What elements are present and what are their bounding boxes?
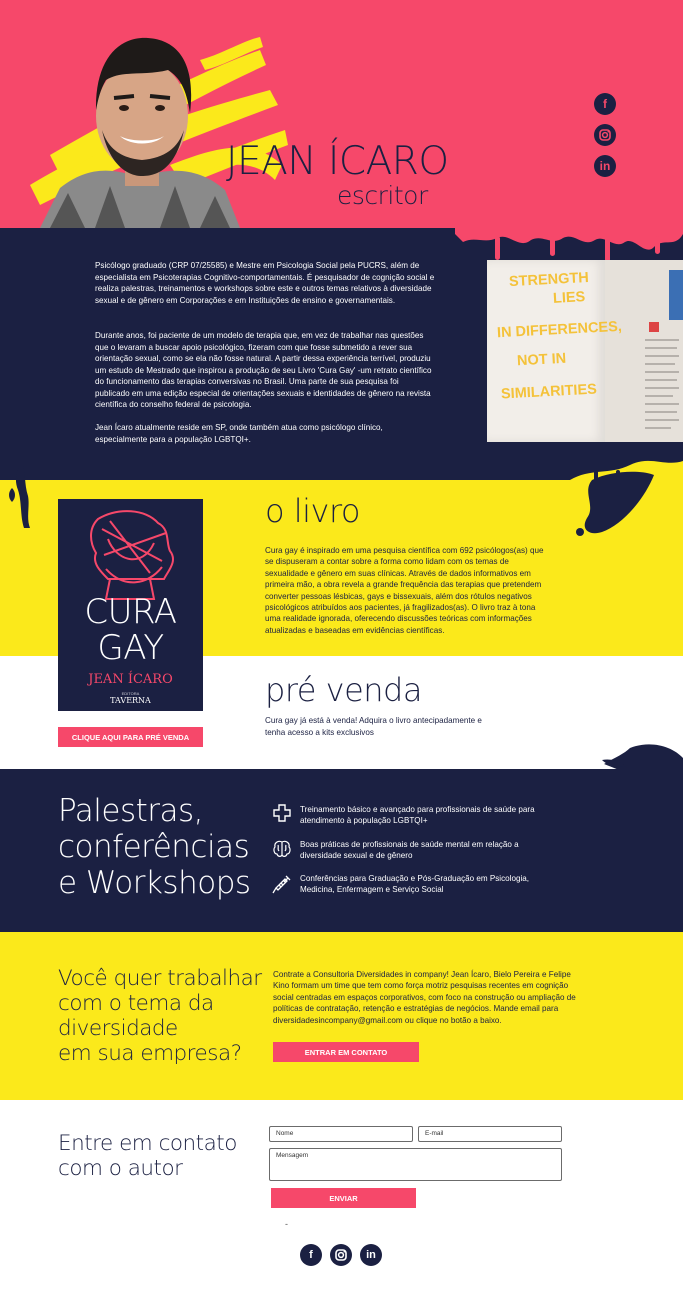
medical-cross-icon	[273, 804, 291, 822]
book-text-lines	[645, 322, 679, 429]
cover-title: GAY	[97, 628, 164, 668]
navy-splash-right-decoration	[576, 470, 654, 536]
book-title: o livro	[265, 492, 361, 530]
contact-button[interactable]: ENTRAR EM CONTATO	[273, 1042, 419, 1062]
talks-title-line: Palestras,	[58, 793, 204, 829]
bio-paragraph: Durante anos, foi paciente de um modelo …	[95, 331, 432, 409]
instagram-icon[interactable]	[330, 1244, 352, 1266]
facebook-icon[interactable]: f	[300, 1244, 322, 1266]
quote-line: NOT IN	[516, 350, 567, 370]
contact-title: Entre em contato com o autor	[58, 1131, 258, 1181]
book-description: Cura gay é inspirado em uma pesquisa cie…	[265, 546, 544, 635]
name-field[interactable]: Nome	[269, 1126, 413, 1142]
instagram-icon[interactable]	[594, 124, 616, 146]
consulting-title-line: Você quer trabalhar	[58, 966, 262, 991]
consulting-description: Contrate a Consultoria Diversidades in c…	[273, 970, 576, 1025]
contact-title-line: com o autor	[58, 1156, 183, 1181]
presale-button[interactable]: CLIQUE AQUI PARA PRÉ VENDA	[58, 727, 203, 747]
message-field[interactable]: Mensagem	[269, 1148, 562, 1181]
linkedin-icon[interactable]: in	[360, 1244, 382, 1266]
author-role: escritor	[337, 181, 428, 210]
talks-title-line: e Workshops	[58, 865, 251, 901]
quote-photo: STRENGTH LIES IN DIFFERENCES, NOT IN SIM…	[487, 260, 683, 442]
talk-item-text: Treinamento básico e avançado para profi…	[300, 805, 535, 826]
talks-title-line: conferências	[58, 829, 250, 865]
brain-icon	[273, 840, 291, 857]
book-cover: CURA GAY JEAN ÍCARO EDITORA TAVERNA	[58, 499, 203, 711]
bio-paragraph: Psicólogo graduado (CRP 07/25585) e Mest…	[95, 261, 435, 305]
presale-title: pré venda	[265, 671, 422, 709]
cover-publisher: TAVERNA	[110, 696, 151, 705]
hero-section: JEAN ÍCARO escritor f in	[0, 0, 683, 228]
author-portrait	[40, 37, 240, 228]
navy-drip-left-decoration	[9, 462, 30, 528]
consulting-title-line: com o tema da	[58, 991, 214, 1016]
talk-item-text: Conferências para Graduação e Pós-Gradua…	[300, 874, 530, 895]
consulting-title-line: diversidade	[58, 1016, 178, 1041]
bio-paragraph: Jean Ícaro atualmente reside em SP, onde…	[95, 423, 383, 444]
presale-description: Cura gay já está à venda! Adquira o livr…	[265, 716, 482, 737]
talks-title: Palestras, conferências e Workshops	[58, 793, 258, 901]
talk-item-text: Boas práticas de profissionais de saúde …	[300, 840, 519, 861]
consulting-title-line: em sua empresa?	[58, 1041, 242, 1066]
cover-title: CURA	[84, 592, 177, 632]
syringe-icon	[272, 875, 291, 894]
quote-line: LIES	[552, 289, 586, 307]
separator-dash: -	[285, 1219, 288, 1229]
consulting-title: Você quer trabalhar com o tema da divers…	[58, 966, 268, 1066]
email-field[interactable]: E-mail	[418, 1126, 562, 1142]
linkedin-icon[interactable]: in	[594, 155, 616, 177]
submit-button[interactable]: ENVIAR	[271, 1188, 416, 1208]
cover-author: JEAN ÍCARO	[88, 672, 173, 687]
contact-title-line: Entre em contato	[58, 1131, 237, 1156]
author-name: JEAN ÍCARO	[226, 139, 449, 184]
facebook-icon[interactable]: f	[594, 93, 616, 115]
